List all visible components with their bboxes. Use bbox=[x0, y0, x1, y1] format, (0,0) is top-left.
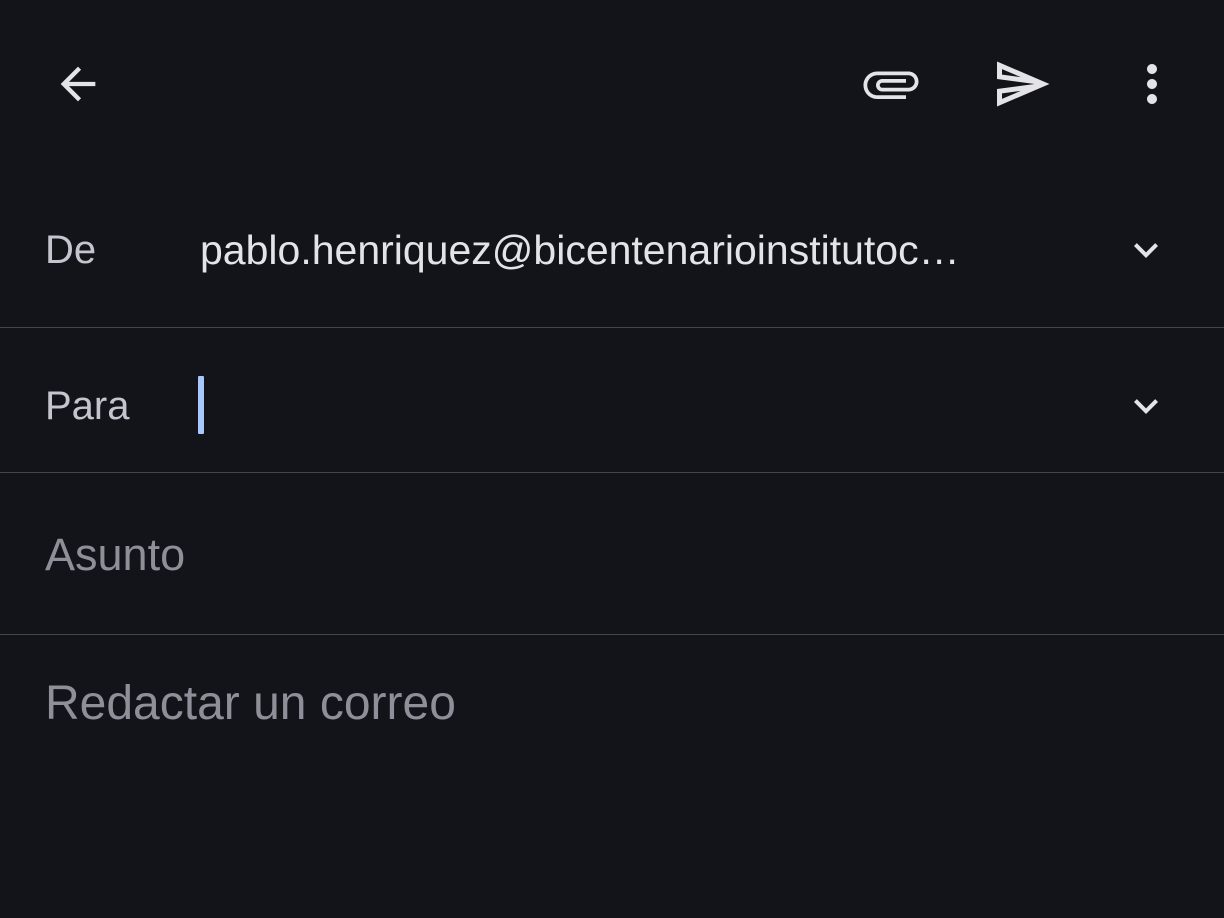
send-button[interactable] bbox=[982, 44, 1062, 124]
subject-row bbox=[0, 473, 1224, 635]
chevron-down-icon bbox=[1134, 243, 1158, 258]
compose-screen: De pablo.henriquez@bicentenarioinstituto… bbox=[0, 0, 1224, 918]
to-input[interactable] bbox=[196, 372, 1076, 438]
attach-button[interactable] bbox=[851, 44, 931, 124]
more-vert-icon bbox=[1147, 64, 1157, 104]
send-icon bbox=[997, 61, 1050, 107]
subject-input[interactable] bbox=[45, 525, 1175, 585]
chevron-down-icon bbox=[1134, 399, 1158, 414]
top-app-bar bbox=[0, 0, 1224, 168]
text-cursor bbox=[198, 376, 204, 434]
body-input[interactable] bbox=[45, 672, 1175, 892]
to-label: Para bbox=[45, 384, 130, 428]
back-button[interactable] bbox=[38, 44, 118, 124]
to-expand-button[interactable] bbox=[1106, 366, 1186, 446]
arrow-back-icon bbox=[60, 66, 96, 102]
more-options-button[interactable] bbox=[1112, 44, 1192, 124]
to-row: Para bbox=[0, 328, 1224, 473]
paperclip-icon bbox=[863, 71, 919, 99]
from-expand-button[interactable] bbox=[1106, 210, 1186, 290]
from-row: De pablo.henriquez@bicentenarioinstituto… bbox=[0, 168, 1224, 328]
from-label: De bbox=[45, 228, 97, 272]
from-account[interactable]: pablo.henriquez@bicentenarioinstitutoc… bbox=[200, 226, 1030, 274]
